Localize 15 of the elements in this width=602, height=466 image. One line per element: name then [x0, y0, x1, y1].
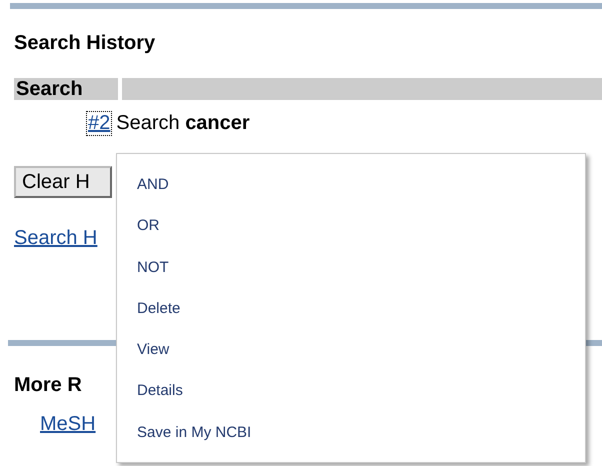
menu-item[interactable]: OR	[137, 214, 160, 256]
menu-item[interactable]: Details	[137, 379, 183, 421]
menu-item[interactable]: View	[137, 338, 170, 380]
clear-history-button[interactable]: Clear H	[14, 166, 112, 198]
menu-item[interactable]: NOT	[137, 256, 169, 297]
column-header: Search	[14, 78, 118, 100]
section-title: Search History	[14, 31, 156, 55]
search-number-link[interactable]: #2	[87, 112, 112, 134]
search-history-link[interactable]: Search H	[14, 227, 98, 250]
search-query: Search cancer	[116, 112, 250, 134]
menu-item[interactable]: Save in My NCBI	[137, 420, 252, 462]
menu-item[interactable]: AND	[137, 173, 169, 214]
resource-link[interactable]: MeSH	[40, 413, 96, 436]
menu-item[interactable]: Delete	[137, 296, 180, 338]
section-title: More R	[14, 373, 82, 397]
